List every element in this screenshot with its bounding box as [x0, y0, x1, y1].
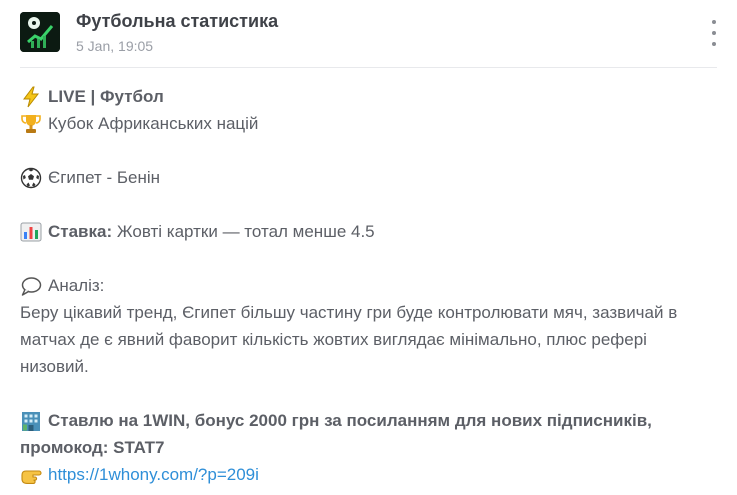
- analysis-heading: Аналіз:: [20, 272, 720, 299]
- more-dot: [712, 20, 716, 24]
- promo-text-1: Ставлю на 1WIN, бонус 2000 грн за посила…: [48, 411, 652, 430]
- bet-label: Ставка:: [48, 222, 113, 241]
- link-line: https://1whony.com/?p=209i: [20, 461, 720, 488]
- soccer-ball-icon: [20, 167, 44, 189]
- bar-chart-icon: [20, 221, 44, 243]
- analysis-text: Беру цікавий тренд, Єгипет більшу частин…: [20, 303, 678, 376]
- bet-line: Ставка: Жовті картки — тотал менше 4.5: [20, 218, 720, 245]
- live-label: LIVE | Футбол: [48, 87, 164, 106]
- promo-code-line: промокод: STAT7: [20, 438, 165, 457]
- match-name: Єгипет - Бенін: [48, 168, 161, 187]
- analysis-label: Аналіз:: [48, 276, 105, 295]
- channel-avatar[interactable]: [20, 12, 60, 52]
- soccer-chart-icon: [20, 12, 60, 52]
- more-dot: [712, 31, 716, 35]
- post-date: 5 Jan, 19:05: [76, 38, 154, 54]
- building-icon: [20, 410, 44, 432]
- promo-link[interactable]: https://1whony.com/?p=209i: [48, 461, 259, 488]
- tournament-line: Кубок Африканських націй: [20, 110, 720, 137]
- speech-bubble-icon: [20, 275, 44, 297]
- header-divider: [20, 67, 717, 68]
- tournament-name: Кубок Африканських націй: [48, 114, 259, 133]
- post-body: LIVE | Футбол Кубок Африканських націй Є…: [20, 83, 720, 488]
- channel-title[interactable]: Футбольна статистика: [76, 11, 278, 32]
- post-header: Футбольна статистика 5 Jan, 19:05: [0, 0, 737, 68]
- lightning-icon: [20, 86, 44, 108]
- match-line: Єгипет - Бенін: [20, 164, 720, 191]
- more-vertical-icon[interactable]: [702, 20, 726, 46]
- live-line: LIVE | Футбол: [20, 83, 720, 110]
- promo-line: Ставлю на 1WIN, бонус 2000 грн за посила…: [20, 407, 720, 434]
- more-dot: [712, 42, 716, 46]
- bet-value: Жовті картки — тотал менше 4.5: [116, 222, 375, 241]
- pointing-hand-icon: [20, 464, 44, 486]
- trophy-icon: [20, 113, 44, 135]
